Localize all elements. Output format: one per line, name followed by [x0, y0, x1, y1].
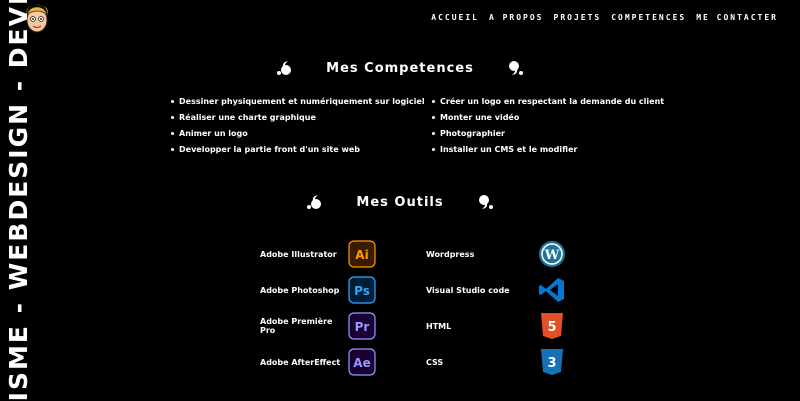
illustrator-icon: Ai	[348, 240, 376, 268]
list-item: Dessiner physiquement et numériquement s…	[171, 96, 432, 107]
wordpress-icon: W	[539, 241, 565, 267]
tool-wordpress: Wordpress W	[426, 238, 566, 270]
vscode-icon	[539, 278, 564, 302]
tool-photoshop: Adobe Photoshop Ps	[260, 274, 426, 306]
competences-title: Mes Competences	[326, 60, 474, 76]
outils-title: Mes Outils	[356, 194, 444, 210]
svg-text:Ae: Ae	[353, 356, 370, 370]
svg-text:Ps: Ps	[354, 284, 370, 298]
close-quote-icon	[478, 195, 493, 209]
nav-competences[interactable]: Competences	[611, 13, 686, 22]
photoshop-icon: Ps	[348, 276, 376, 304]
premiere-icon: Pr	[348, 312, 376, 340]
svg-text:Pr: Pr	[355, 320, 370, 334]
svg-text:5: 5	[547, 320, 556, 335]
main-nav: Accueil A propos Projets Competences Me …	[431, 13, 778, 22]
tool-premiere: Adobe Première Pro Pr	[260, 310, 426, 342]
list-item: Réaliser une charte graphique	[171, 112, 432, 123]
tool-illustrator: Adobe Illustrator Ai	[260, 238, 426, 270]
close-quote-icon	[508, 61, 523, 75]
nav-a-propos[interactable]: A propos	[489, 13, 544, 22]
open-quote-icon	[277, 61, 292, 75]
list-item: Monter une vidéo	[432, 112, 692, 123]
outils-grid: Adobe Illustrator Ai Wordpress W Adobe P…	[260, 238, 566, 382]
tool-vscode: Visual Studio code	[426, 274, 566, 306]
svg-text:Ai: Ai	[355, 248, 368, 262]
outils-heading: Mes Outils	[0, 194, 800, 210]
aftereffects-icon: Ae	[348, 348, 376, 376]
list-item: Photographier	[432, 128, 692, 139]
list-item: Developper la partie front d'un site web	[171, 144, 432, 155]
css3-icon: 3	[541, 349, 563, 375]
svg-text:W: W	[544, 248, 560, 263]
list-item: Installer un CMS et le modifier	[432, 144, 692, 155]
tool-html: HTML 5	[426, 310, 566, 342]
competences-heading: Mes Competences	[0, 60, 800, 76]
tool-aftereffects: Adobe AfterEffect Ae	[260, 346, 426, 378]
nav-accueil[interactable]: Accueil	[431, 13, 479, 22]
open-quote-icon	[307, 195, 322, 209]
nav-projets[interactable]: Projets	[554, 13, 602, 22]
list-item: Créer un logo en respectant la demande d…	[432, 96, 692, 107]
nav-me-contacter[interactable]: Me contacter	[696, 13, 778, 22]
list-item: Animer un logo	[171, 128, 432, 139]
html5-icon: 5	[541, 313, 563, 339]
svg-text:3: 3	[547, 356, 556, 371]
tool-css: CSS 3	[426, 346, 566, 378]
competences-list: Dessiner physiquement et numériquement s…	[171, 96, 692, 155]
